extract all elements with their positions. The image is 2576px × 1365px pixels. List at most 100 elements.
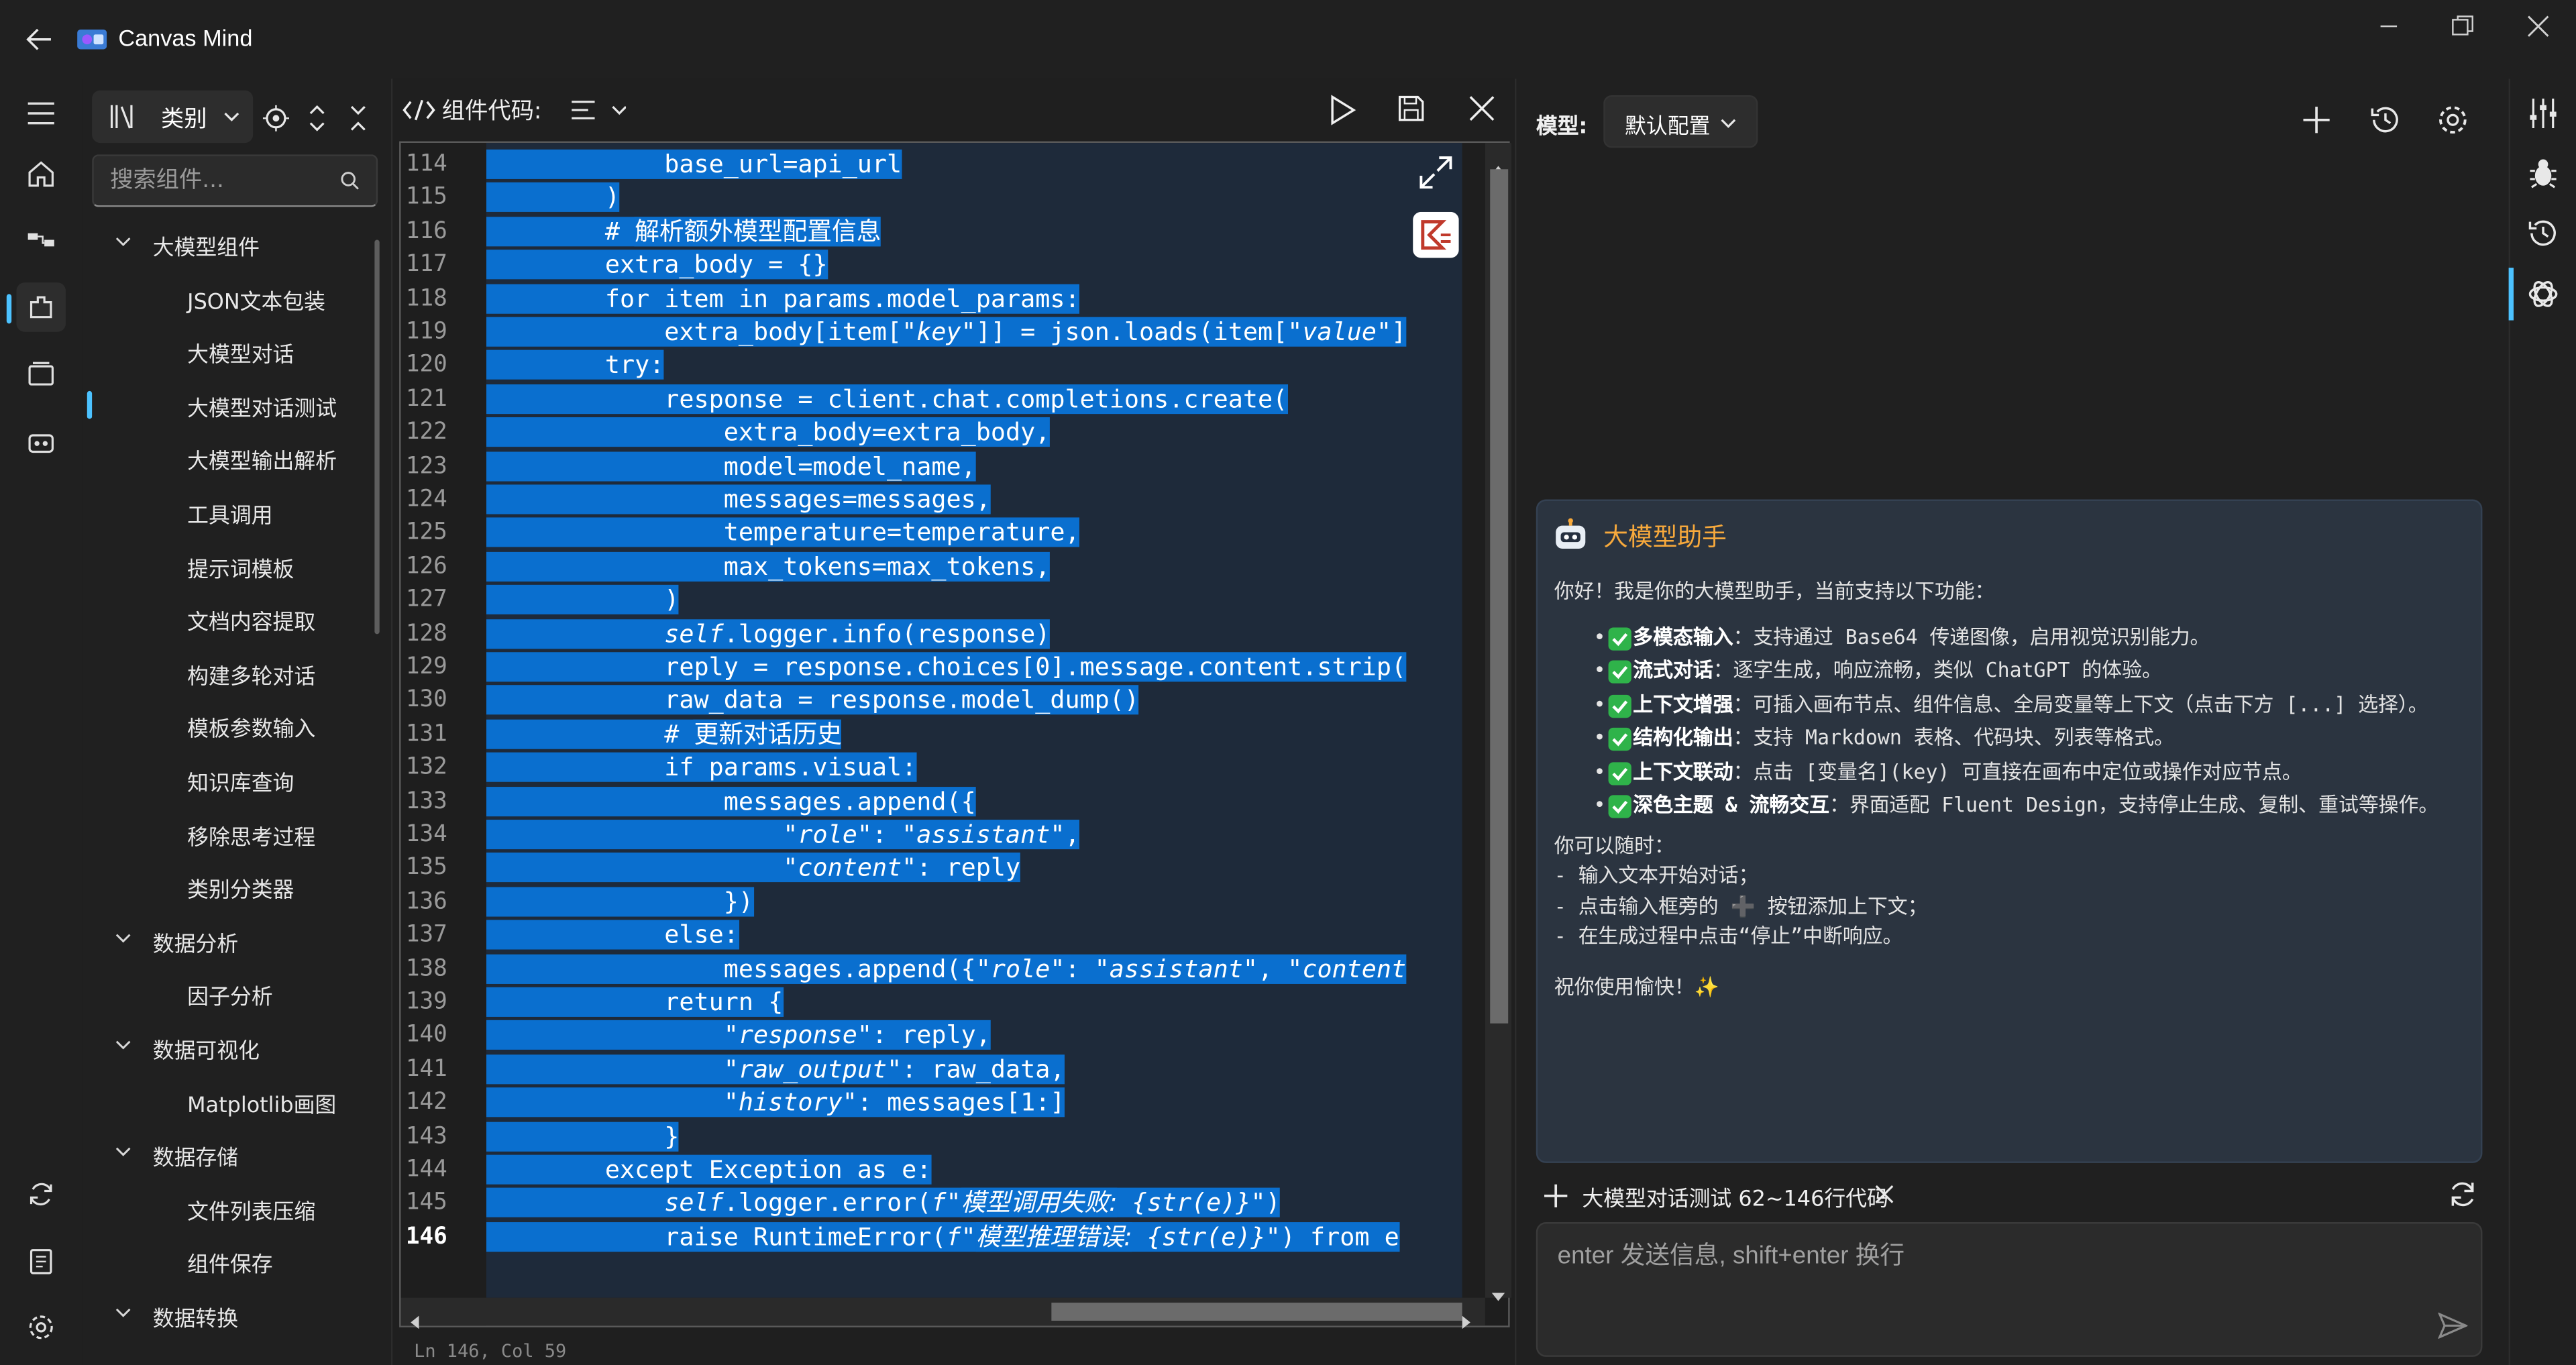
tree-group[interactable]: 大模型组件	[82, 219, 378, 268]
code-line[interactable]: temperature=temperature,	[486, 516, 1080, 550]
menu-icon[interactable]	[16, 89, 65, 138]
code-line[interactable]: try:	[486, 349, 665, 382]
chevron-down-icon[interactable]	[115, 931, 131, 944]
code-line[interactable]: messages.append({	[486, 785, 976, 818]
close-editor-icon[interactable]	[1467, 94, 1497, 123]
code-line[interactable]: "history": messages[1:]	[486, 1086, 1065, 1120]
tree-item[interactable]: 大模型对话测试	[82, 379, 378, 428]
new-chat-icon[interactable]	[2302, 105, 2331, 135]
category-dropdown[interactable]: 类别	[92, 90, 254, 144]
code-line[interactable]: self.logger.info(response)	[486, 617, 1051, 651]
code-line[interactable]: messages.append({"role": "assistant", "c…	[486, 952, 1406, 985]
code-line[interactable]: "content": reply	[486, 852, 1021, 885]
tree-item[interactable]: 文件列表压缩	[82, 1183, 378, 1232]
tree-item[interactable]: 文档内容提取	[82, 594, 378, 643]
code-line[interactable]: "role": "assistant",	[486, 818, 1080, 852]
tree-item[interactable]: JSON文本包装	[82, 272, 378, 321]
tree-item[interactable]: 工具调用	[82, 486, 378, 535]
history-icon[interactable]	[2369, 103, 2402, 136]
collapse-all-icon[interactable]	[348, 103, 368, 133]
code-line[interactable]: extra_body=extra_body,	[486, 416, 1051, 449]
code-text-area[interactable]: base_url=api_url ) # 解析额外模型配置信息 extra_bo…	[486, 143, 1462, 1298]
code-line[interactable]: base_url=api_url	[486, 148, 902, 181]
minimize-icon[interactable]	[2374, 13, 2407, 40]
bug-icon[interactable]	[2525, 154, 2561, 190]
locate-icon[interactable]	[262, 105, 290, 131]
back-arrow-icon[interactable]	[23, 23, 56, 56]
component-search[interactable]	[92, 154, 378, 207]
code-line[interactable]: # 更新对话历史	[486, 718, 842, 751]
tree-group[interactable]: 数据可视化	[82, 1022, 378, 1071]
chat-input-box[interactable]	[1536, 1222, 2483, 1357]
code-line[interactable]: reply = response.choices[0].message.cont…	[486, 651, 1406, 684]
components-icon[interactable]	[6, 282, 66, 332]
tree-item[interactable]: 因子分析	[82, 968, 378, 1017]
refresh-context-icon[interactable]	[2447, 1178, 2479, 1211]
code-line[interactable]: model=model_name,	[486, 449, 976, 483]
code-line[interactable]: )	[486, 584, 680, 617]
code-line[interactable]: raise RuntimeError(f"模型推理错误: {str(e)}") …	[486, 1220, 1399, 1254]
log-icon[interactable]	[16, 1237, 65, 1286]
library-icon[interactable]	[16, 350, 65, 399]
editor-horizontal-scrollbar[interactable]	[400, 1297, 1485, 1329]
history-rail-icon[interactable]	[2525, 215, 2561, 252]
code-line[interactable]: })	[486, 885, 754, 919]
chevron-down-icon[interactable]	[115, 1306, 131, 1319]
code-line[interactable]: max_tokens=max_tokens,	[486, 550, 1051, 584]
tree-item[interactable]: 类别分类器	[82, 861, 378, 910]
toolbox-icon[interactable]	[16, 417, 65, 466]
code-line[interactable]: extra_body[item["key"]] = json.loads(ite…	[486, 315, 1406, 349]
code-line[interactable]: )	[486, 181, 620, 215]
tree-scrollbar[interactable]	[374, 239, 380, 635]
tune-sliders-icon[interactable]	[2525, 95, 2561, 131]
run-icon[interactable]	[1328, 94, 1357, 127]
remove-context-icon[interactable]	[1874, 1185, 1894, 1204]
code-line[interactable]: else:	[486, 918, 739, 952]
tree-item[interactable]: 提示词模板	[82, 540, 378, 589]
tree-item[interactable]: 组件保存	[82, 1236, 378, 1285]
tree-group[interactable]: 数据分析	[82, 915, 378, 964]
chat-settings-icon[interactable]	[2436, 103, 2469, 136]
tree-item[interactable]: 知识库查询	[82, 754, 378, 803]
save-icon[interactable]	[1397, 94, 1426, 123]
tree-group[interactable]: 数据存储	[82, 1129, 378, 1178]
editor-vertical-scrollbar[interactable]	[1485, 143, 1512, 1301]
expand-all-icon[interactable]	[307, 103, 327, 133]
code-line[interactable]: return {	[486, 985, 784, 1019]
code-line[interactable]: if params.visual:	[486, 751, 917, 785]
code-line[interactable]: messages=messages,	[486, 483, 991, 516]
chevron-down-icon[interactable]	[115, 1038, 131, 1052]
tree-item[interactable]: 构建多轮对话	[82, 647, 378, 696]
tree-item[interactable]: 模板参数输入	[82, 700, 378, 749]
code-line[interactable]: "raw_output": raw_data,	[486, 1052, 1065, 1086]
code-line[interactable]: response = client.chat.completions.creat…	[486, 382, 1288, 416]
workflow-icon[interactable]	[16, 217, 65, 266]
fullscreen-icon[interactable]	[1416, 153, 1456, 193]
search-icon[interactable]	[340, 171, 360, 190]
tree-item[interactable]: 大模型输出解析	[82, 433, 378, 482]
settings-icon[interactable]	[16, 1303, 65, 1352]
send-icon[interactable]	[2438, 1312, 2468, 1339]
tree-item[interactable]: 大模型对话	[82, 325, 378, 374]
chevron-down-icon[interactable]	[115, 235, 131, 248]
code-line[interactable]: raw_data = response.model_dump()	[486, 684, 1140, 718]
chevron-down-icon[interactable]	[115, 1145, 131, 1158]
close-window-icon[interactable]	[2524, 13, 2557, 40]
tree-item[interactable]: Matplotlib画图	[82, 1075, 378, 1124]
code-line[interactable]: for item in params.model_params:	[486, 282, 1080, 315]
assistant-openai-icon[interactable]	[2508, 268, 2561, 321]
chat-input[interactable]	[1557, 1237, 2379, 1303]
add-context-icon[interactable]	[1543, 1183, 1569, 1209]
model-select[interactable]: 默认配置	[1603, 95, 1758, 148]
search-input[interactable]	[110, 164, 324, 197]
format-menu-icon[interactable]	[570, 99, 627, 121]
code-line[interactable]: # 解析额外模型配置信息	[486, 215, 881, 248]
code-line[interactable]: self.logger.error(f"模型调用失败: {str(e)}")	[486, 1187, 1281, 1220]
tree-group[interactable]: 数据转换	[82, 1289, 378, 1338]
restore-icon[interactable]	[2448, 13, 2481, 40]
code-line[interactable]: extra_body = {}	[486, 248, 828, 282]
code-line[interactable]: except Exception as e:	[486, 1153, 932, 1187]
sync-icon[interactable]	[16, 1170, 65, 1219]
home-icon[interactable]	[16, 150, 65, 199]
code-line[interactable]: "response": reply,	[486, 1019, 991, 1052]
